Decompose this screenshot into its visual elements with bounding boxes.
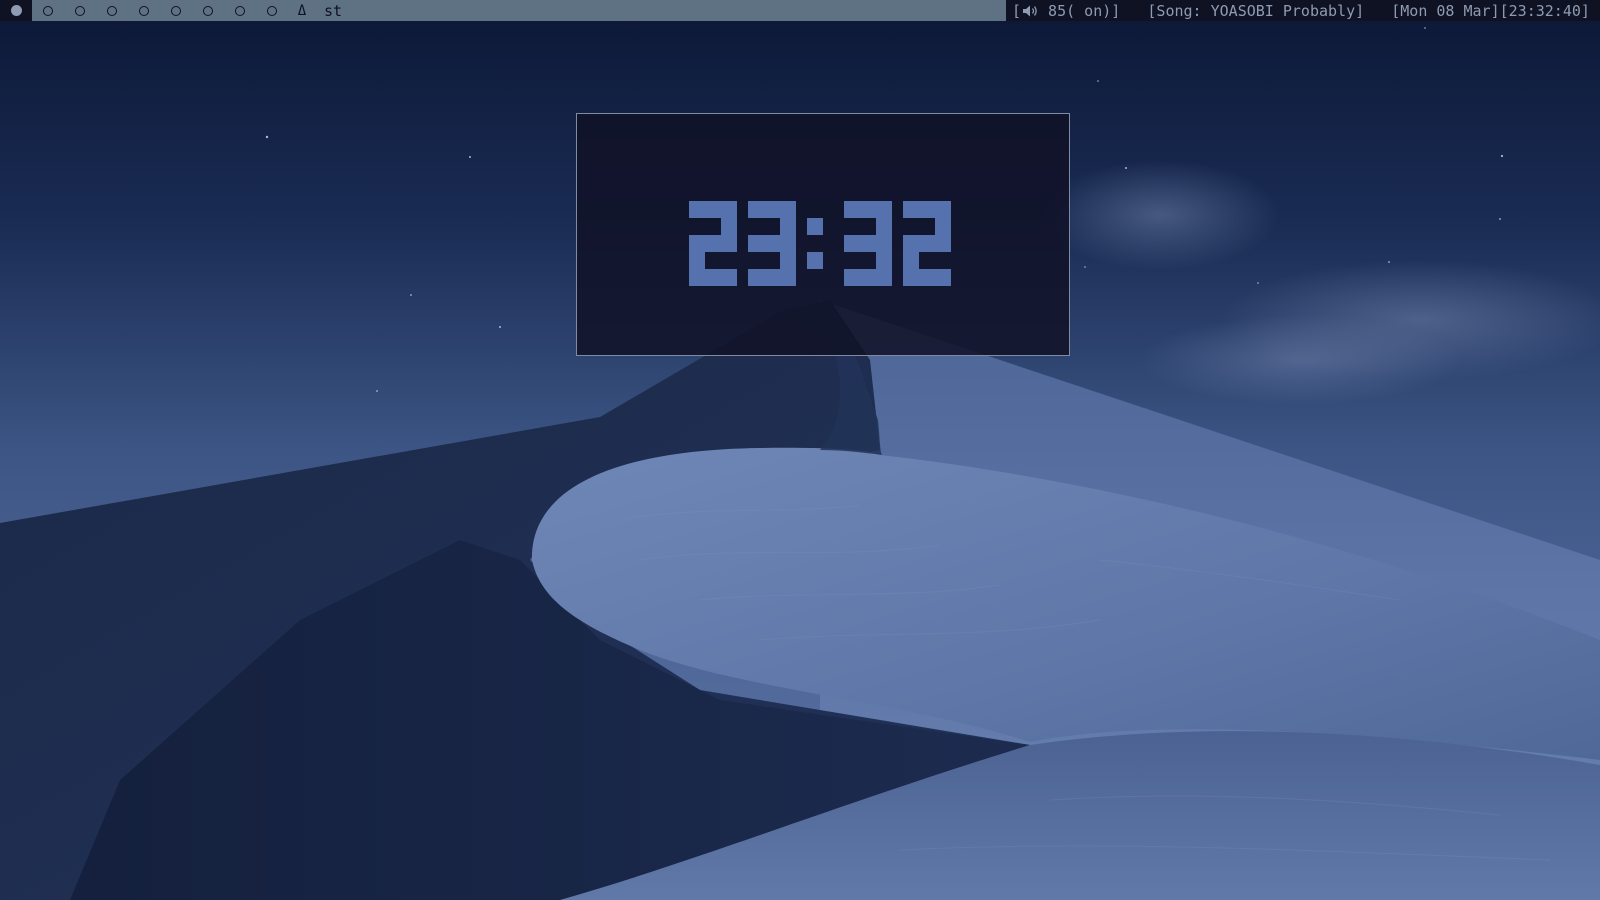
empty-circle-icon [75,5,85,16]
clock-pixel [689,252,705,269]
empty-circle-icon [171,5,181,16]
clock-pixel [860,269,876,286]
clock-pixel [705,235,721,252]
empty-circle-icon [43,5,53,16]
filled-circle-icon [10,5,22,16]
clock-pixel [780,201,796,218]
clock-pixel [689,235,705,252]
workspace-tag-1[interactable] [0,0,32,21]
clock-pixel [721,201,737,218]
clock-pixel [748,269,764,286]
clock-pixel [876,269,892,286]
status-text: [ 85( on)] [Song: YOASOBI Probably] [Mon… [1006,0,1600,21]
clock-pixel [844,235,860,252]
clock-pixel [780,218,796,235]
workspace-tags [0,0,288,21]
clock-pixel [807,252,823,269]
clock-pixel [705,269,721,286]
volume-bracket: [ [1012,1,1022,20]
clock-pixel [876,235,892,252]
clock-pixel [780,252,796,269]
clock-pixel [903,252,919,269]
focused-window-title: st [316,0,1006,21]
volume-level: 85( on)] [1039,1,1121,20]
clock-pixel [705,201,721,218]
clock-pixel [844,269,860,286]
clock-pixel [876,201,892,218]
workspace-tag-9[interactable] [256,0,288,21]
clock-pixel [860,235,876,252]
clock-pixel [919,201,935,218]
workspace-tag-6[interactable] [160,0,192,21]
now-playing: [Song: YOASOBI Probably] [1147,1,1365,20]
workspace-tag-2[interactable] [32,0,64,21]
empty-circle-icon [139,5,149,16]
clock-pixel [876,252,892,269]
clock-digit-3 [748,201,796,286]
desktop: Δ st [ 85( on)] [Song: YOASOBI Probably]… [0,0,1600,900]
clock-pixel [903,235,919,252]
status-date: [Mon 08 Mar] [1391,1,1500,20]
empty-circle-icon [235,5,245,16]
workspace-tag-7[interactable] [192,0,224,21]
clock-pixel [903,269,919,286]
clock-pixel [935,218,951,235]
clock-pixel [807,218,823,235]
clock-pixel [935,235,951,252]
clock-pixel [935,201,951,218]
clock-pixel [721,218,737,235]
empty-circle-icon [107,5,117,16]
clock-pixel [876,218,892,235]
empty-circle-icon [203,5,213,16]
empty-circle-icon [267,5,277,16]
clock-digit-2 [689,201,737,286]
workspace-tag-5[interactable] [128,0,160,21]
clock-digit-2 [903,201,951,286]
clock-pixel [764,269,780,286]
clock-pixel [780,269,796,286]
clock-pixel [689,201,705,218]
status-time: [23:32:40] [1499,1,1590,20]
clock-pixel [919,269,935,286]
speaker-icon [1023,5,1037,16]
clock-pixel [919,235,935,252]
clock-pixel [935,269,951,286]
workspace-tag-3[interactable] [64,0,96,21]
clock-pixel [748,201,764,218]
top-status-bar: Δ st [ 85( on)] [Song: YOASOBI Probably]… [0,0,1600,21]
clock-pixel [903,201,919,218]
clock-widget[interactable]: 23:32 [576,113,1070,356]
clock-pixel [764,201,780,218]
clock-colon [807,218,823,269]
clock-pixel [689,269,705,286]
clock-pixel [721,269,737,286]
clock-digits [689,201,951,286]
clock-digit-3 [844,201,892,286]
workspace-tag-8[interactable] [224,0,256,21]
clock-pixel [780,235,796,252]
clock-pixel [748,235,764,252]
clock-pixel [844,201,860,218]
workspace-tag-4[interactable] [96,0,128,21]
clock-pixel [721,235,737,252]
clock-pixel [764,235,780,252]
layout-indicator[interactable]: Δ [288,0,316,21]
clock-pixel [860,201,876,218]
